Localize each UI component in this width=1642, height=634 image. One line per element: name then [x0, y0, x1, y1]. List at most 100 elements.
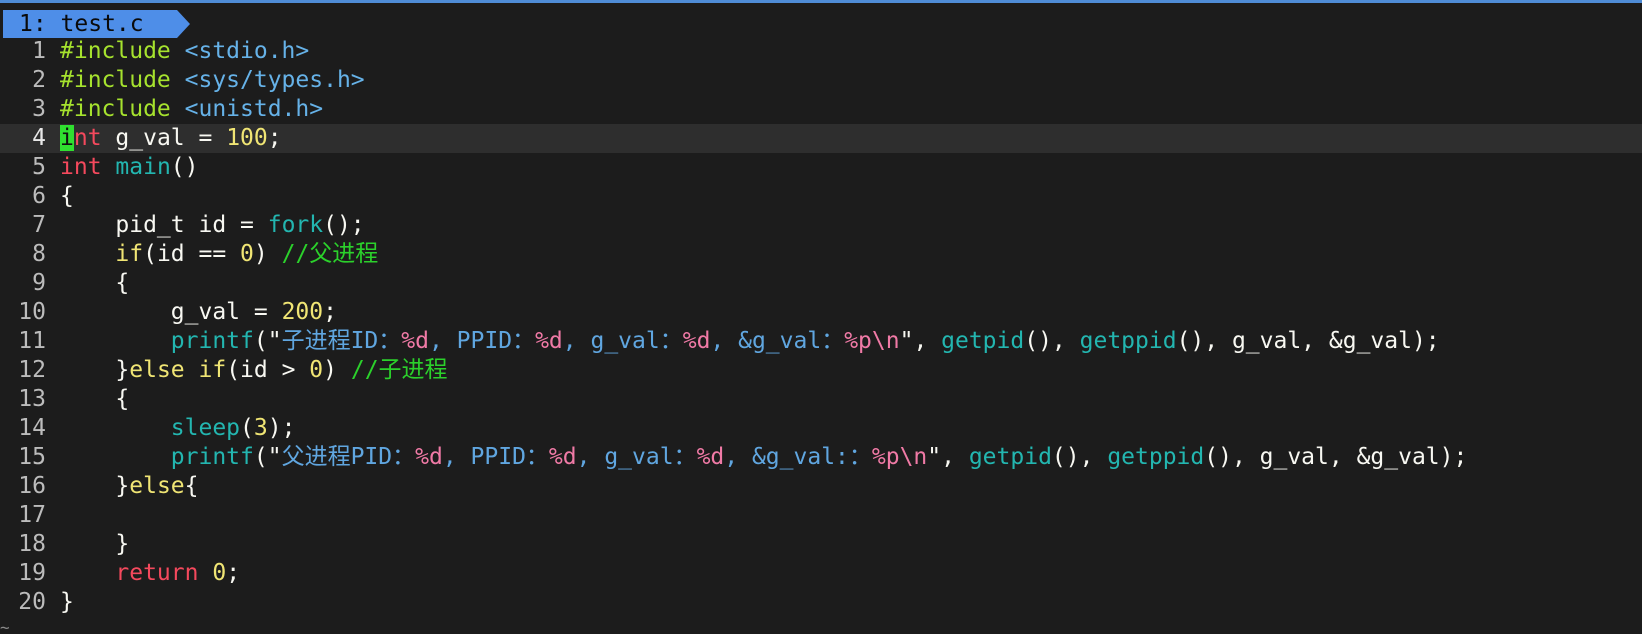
code-line[interactable]: 5 int main() [0, 153, 1642, 182]
code-token: int [60, 154, 102, 180]
code-token: ; [267, 125, 282, 151]
line-number: 2 [32, 67, 46, 93]
code-token: %d [696, 444, 725, 470]
code-token: %d [682, 328, 711, 354]
code-token: (), g_val, &g_val); [1176, 328, 1440, 354]
line-number: 18 [18, 531, 46, 557]
code-token: 父进程PID： [281, 444, 416, 470]
code-line[interactable]: 15 printf("父进程PID：%d, PPID：%d, g_val：%d,… [0, 443, 1642, 472]
code-token: getpid [941, 328, 1025, 354]
line-content: int g_val = 100; [60, 124, 282, 153]
code-token: <sys/types.h> [184, 67, 365, 93]
code-token: fork [267, 212, 324, 238]
code-line[interactable]: 7 pid_t id = fork(); [0, 211, 1642, 240]
code-token: 0 [309, 357, 324, 383]
code-token: ) [253, 241, 282, 267]
code-line[interactable]: 13 { [0, 385, 1642, 414]
code-token: , &g_val:： [724, 444, 872, 470]
code-token: (), [1024, 328, 1080, 354]
line-number: 19 [18, 560, 46, 586]
code-token: #include [60, 96, 185, 122]
line-number: 6 [32, 183, 46, 209]
code-line[interactable]: 19 return 0; [0, 559, 1642, 588]
code-line[interactable]: 1 #include <stdio.h> [0, 37, 1642, 66]
text-cursor: i [60, 125, 74, 151]
code-token: printf [170, 444, 254, 470]
code-token: , PPID： [428, 328, 536, 354]
line-content: #include <stdio.h> [60, 37, 309, 66]
code-token: g_val = [60, 299, 282, 325]
code-line[interactable]: 17 [0, 501, 1642, 530]
code-token: getppid [1107, 444, 1205, 470]
code-line[interactable]: 8 if(id == 0) //父进程 [0, 240, 1642, 269]
code-token: main [115, 154, 171, 180]
line-content: }else{ [60, 472, 198, 501]
code-token: (), [1051, 444, 1108, 470]
code-token: , g_val： [562, 328, 683, 354]
code-line[interactable]: 2 #include <sys/types.h> [0, 66, 1642, 95]
code-line[interactable]: 6{ [0, 182, 1642, 211]
line-number: 15 [18, 444, 46, 470]
line-content: #include <unistd.h> [60, 95, 323, 124]
code-token: , g_val： [576, 444, 697, 470]
code-token: <unistd.h> [184, 96, 324, 122]
code-token: ; [226, 560, 241, 586]
line-content: pid_t id = fork(); [60, 211, 364, 240]
code-token: } [60, 357, 130, 383]
code-token: return [115, 560, 199, 586]
code-token: nt [73, 125, 102, 151]
line-content: g_val = 200; [60, 298, 337, 327]
code-area[interactable]: 1 #include <stdio.h> 2 #include <sys/types.… [0, 37, 1642, 617]
code-token: 0 [212, 560, 227, 586]
code-token: (id > [226, 357, 310, 383]
code-token: %d [401, 328, 429, 354]
code-token: if [115, 241, 144, 267]
line-content: if(id == 0) //父进程 [60, 240, 378, 269]
line-number: 1 [32, 38, 46, 64]
code-line[interactable]: 12 }else if(id > 0) //子进程 [0, 356, 1642, 385]
code-token: <stdio.h> [184, 38, 310, 64]
code-line[interactable]: 14 sleep(3); [0, 414, 1642, 443]
code-token: ; [323, 299, 337, 325]
code-token: else if [129, 357, 227, 383]
code-token: ( [240, 415, 254, 441]
code-token: ", [899, 328, 942, 354]
code-token: 100 [226, 125, 268, 151]
line-content: }else if(id > 0) //子进程 [60, 356, 447, 385]
code-line[interactable]: 10 g_val = 200; [0, 298, 1642, 327]
code-token: } [60, 531, 130, 557]
code-token: 3 [253, 415, 268, 441]
code-token: //父进程 [281, 241, 379, 267]
code-token: { [60, 183, 74, 209]
code-token: %p\n [844, 328, 900, 354]
code-token: (), g_val, &g_val); [1204, 444, 1468, 470]
line-number: 11 [18, 328, 46, 354]
code-token: printf [170, 328, 254, 354]
code-line[interactable]: 18 } [0, 530, 1642, 559]
code-token: (" [253, 328, 282, 354]
code-token: g_val = [101, 125, 227, 151]
line-number: 3 [32, 96, 46, 122]
code-line[interactable]: 11 printf("子进程ID：%d, PPID：%d, g_val：%d, … [0, 327, 1642, 356]
vim-editor[interactable]: 1: test.c 1 #include <stdio.h> 2 #include <… [0, 0, 1642, 634]
code-token: } [60, 473, 130, 499]
code-line[interactable]: 4 int g_val = 100; [0, 124, 1642, 153]
line-content: int main() [60, 153, 199, 182]
line-content: return 0; [60, 559, 240, 588]
tab-test-c[interactable]: 1: test.c [3, 10, 190, 38]
line-number: 7 [32, 212, 46, 238]
line-content: } [60, 530, 129, 559]
code-token: %d [535, 328, 563, 354]
code-line[interactable]: 16 }else{ [0, 472, 1642, 501]
code-line[interactable]: 3 #include <unistd.h> [0, 95, 1642, 124]
line-number: 5 [32, 154, 46, 180]
code-line[interactable]: 20} [0, 588, 1642, 617]
code-token: else [129, 473, 185, 499]
code-line[interactable]: 9 { [0, 269, 1642, 298]
